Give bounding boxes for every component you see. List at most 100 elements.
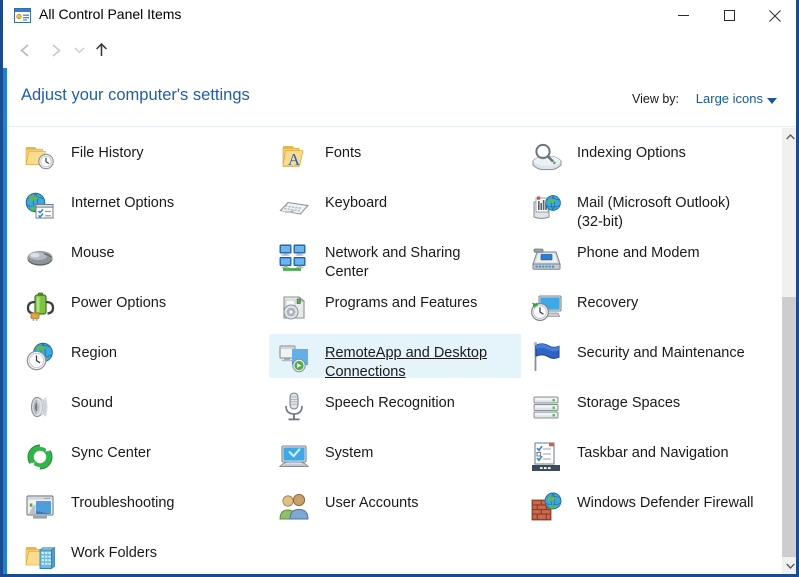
- svg-text:A: A: [288, 150, 301, 169]
- control-panel-item-label[interactable]: Mail (Microsoft Outlook) (32-bit): [577, 189, 755, 232]
- control-panel-item-label[interactable]: Network and Sharing Center: [325, 239, 503, 282]
- control-panel-item-label[interactable]: RemoteApp and Desktop Connections: [325, 339, 503, 382]
- control-panel-item-label[interactable]: Keyboard: [325, 189, 387, 213]
- control-panel-item-label[interactable]: Sync Center: [71, 439, 151, 463]
- phone-modem-icon: [532, 248, 561, 270]
- control-panel-item-label[interactable]: Work Folders: [71, 539, 157, 563]
- arrow-right-icon: [51, 43, 61, 57]
- troubleshooting-icon: [26, 495, 54, 519]
- control-panel-item[interactable]: Power Options: [15, 284, 267, 328]
- internet-options-icon: [25, 192, 54, 219]
- maximize-icon: [723, 10, 735, 21]
- items-grid: File History Internet Options Mouse Powe…: [7, 128, 781, 574]
- region-icon: [26, 342, 53, 371]
- windows-defender-icon: [531, 492, 562, 521]
- title-bar: All Control Panel Items: [3, 0, 796, 32]
- control-panel-item-label[interactable]: Sound: [71, 389, 113, 413]
- up-button[interactable]: [91, 40, 111, 60]
- control-panel-item[interactable]: System: [269, 434, 521, 478]
- scroll-down-button[interactable]: [782, 557, 796, 574]
- keyboard-icon: [279, 201, 309, 215]
- scroll-up-icon: [786, 133, 795, 139]
- control-panel-item-label[interactable]: Recovery: [577, 289, 638, 313]
- control-panel-item[interactable]: Sync Center: [15, 434, 267, 478]
- close-button[interactable]: [752, 0, 796, 31]
- mail-icon: [533, 195, 561, 219]
- control-panel-item-label[interactable]: Indexing Options: [577, 139, 686, 163]
- header-divider: [7, 126, 796, 127]
- control-panel-item[interactable]: Sound: [15, 384, 267, 428]
- view-by-label: View by:: [631, 92, 679, 106]
- control-panel-item[interactable]: Region: [15, 334, 267, 378]
- control-panel-item-label[interactable]: System: [325, 439, 373, 463]
- window-title: All Control Panel Items: [39, 6, 182, 22]
- control-panel-window: All Control Panel Items Search Control P…: [0, 0, 799, 577]
- control-panel-item[interactable]: Network and Sharing Center: [269, 234, 521, 280]
- recovery-icon: [531, 295, 562, 321]
- control-panel-item-label[interactable]: Programs and Features: [325, 289, 477, 313]
- control-panel-item-label[interactable]: Internet Options: [71, 189, 174, 213]
- control-panel-item-label[interactable]: Troubleshooting: [71, 489, 174, 513]
- taskbar-navigation-icon: [532, 442, 560, 471]
- sound-icon: [30, 396, 48, 418]
- control-panel-item[interactable]: A Fonts: [269, 134, 521, 178]
- navigation-bar: › Control Panel › All Control Panel Item…: [3, 32, 796, 94]
- control-panel-item[interactable]: Security and Maintenance: [521, 334, 769, 378]
- control-panel-item-label[interactable]: Windows Defender Firewall: [577, 489, 753, 513]
- control-panel-item-label[interactable]: Mouse: [71, 239, 115, 263]
- programs-features-icon: [283, 296, 306, 320]
- control-panel-item-label[interactable]: Region: [71, 339, 117, 363]
- control-panel-item[interactable]: Internet Options: [15, 184, 267, 228]
- scroll-up-button[interactable]: [782, 128, 796, 145]
- network-sharing-icon: [279, 244, 306, 271]
- vertical-scrollbar[interactable]: [781, 128, 796, 574]
- remoteapp-icon: [279, 345, 308, 373]
- control-panel-item-label[interactable]: Phone and Modem: [577, 239, 700, 263]
- control-panel-item[interactable]: Mouse: [15, 234, 267, 278]
- control-panel-item-label[interactable]: User Accounts: [325, 489, 419, 513]
- user-accounts-icon: [279, 494, 309, 520]
- control-panel-item-label[interactable]: Power Options: [71, 289, 166, 313]
- control-panel-item-label[interactable]: Storage Spaces: [577, 389, 680, 413]
- control-panel-item-label[interactable]: Speech Recognition: [325, 389, 455, 413]
- indexing-options-icon: [532, 143, 562, 171]
- control-panel-icon: [14, 8, 31, 23]
- back-button[interactable]: [15, 40, 35, 60]
- recent-locations-button[interactable]: [71, 40, 87, 60]
- system-icon: [278, 445, 310, 467]
- work-folders-icon: [25, 547, 56, 570]
- security-maintenance-icon: [533, 342, 560, 371]
- scrollbar-thumb[interactable]: [782, 297, 796, 562]
- control-panel-item[interactable]: Speech Recognition: [269, 384, 521, 428]
- scrollbar-track[interactable]: [782, 145, 796, 562]
- minimize-icon: [677, 15, 689, 16]
- control-panel-item[interactable]: Troubleshooting: [15, 484, 267, 528]
- control-panel-item[interactable]: Taskbar and Navigation: [521, 434, 769, 478]
- control-panel-item[interactable]: Indexing Options: [521, 134, 769, 178]
- control-panel-item[interactable]: Programs and Features: [269, 284, 521, 328]
- view-by-dropdown[interactable]: Large icons: [696, 91, 763, 106]
- control-panel-item[interactable]: Phone and Modem: [521, 234, 769, 278]
- control-panel-item[interactable]: RemoteApp and Desktop Connections: [269, 334, 521, 380]
- close-icon: [769, 9, 781, 22]
- control-panel-item[interactable]: Recovery: [521, 284, 769, 328]
- control-panel-item[interactable]: File History: [15, 134, 267, 178]
- control-panel-item[interactable]: User Accounts: [269, 484, 521, 528]
- chevron-down-icon[interactable]: [767, 98, 777, 104]
- control-panel-item[interactable]: Mail (Microsoft Outlook) (32-bit): [521, 184, 769, 230]
- maximize-button[interactable]: [706, 0, 752, 31]
- minimize-button[interactable]: [660, 0, 706, 31]
- control-panel-item[interactable]: Windows Defender Firewall: [521, 484, 769, 528]
- scroll-down-icon: [786, 563, 795, 569]
- control-panel-item-label[interactable]: Fonts: [325, 139, 361, 163]
- speech-recognition-icon: [285, 392, 303, 421]
- control-panel-item[interactable]: Work Folders: [15, 534, 267, 574]
- chevron-down-icon: [74, 47, 84, 54]
- control-panel-item-label[interactable]: File History: [71, 139, 144, 163]
- control-panel-item-label[interactable]: Security and Maintenance: [577, 339, 745, 363]
- forward-button[interactable]: [45, 40, 65, 60]
- header-band: Adjust your computer's settings View by:…: [7, 68, 796, 126]
- control-panel-item-label[interactable]: Taskbar and Navigation: [577, 439, 729, 463]
- control-panel-item[interactable]: Storage Spaces: [521, 384, 769, 428]
- control-panel-item[interactable]: Keyboard: [269, 184, 521, 228]
